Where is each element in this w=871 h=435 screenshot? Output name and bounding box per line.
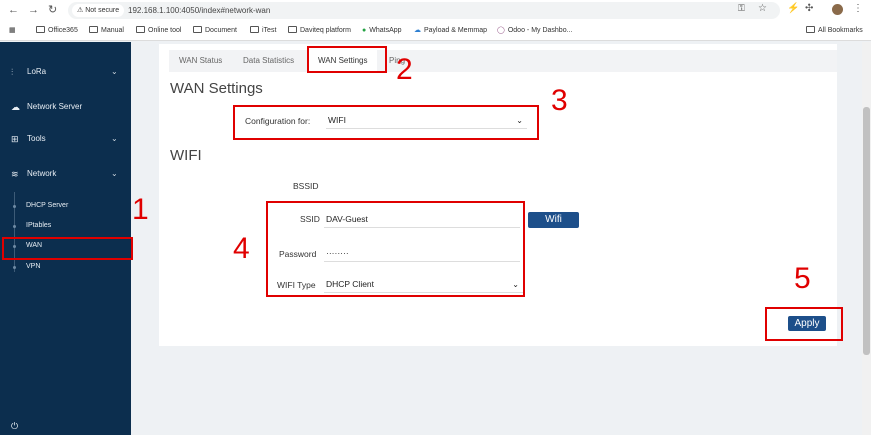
- all-bookmarks[interactable]: All Bookmarks: [806, 26, 863, 36]
- annotation-number-4: 4: [233, 232, 250, 265]
- chevron-down-icon: ⌄: [111, 67, 118, 76]
- power-icon[interactable]: ⏻: [11, 421, 18, 432]
- not-secure-badge[interactable]: ⚠ Not secure: [72, 4, 125, 17]
- sidebar-item-tools[interactable]: ⊞ Tools ⌄: [0, 129, 131, 149]
- sidebar-item-network-server[interactable]: ☁ Network Server: [0, 97, 131, 117]
- sidebar-item-label: LoRa: [27, 67, 47, 76]
- key-icon[interactable]: ⚿: [738, 3, 745, 14]
- chevron-down-icon: ⌄: [111, 134, 118, 143]
- bookmark-label: iTest: [262, 27, 277, 34]
- browser-toolbar: ← → ↻ ⚠ Not secure 192.168.1.100:4050/in…: [0, 0, 871, 21]
- bullet-icon: [13, 205, 16, 208]
- forward-icon[interactable]: →: [28, 4, 39, 16]
- sidebar-item-network[interactable]: ≋ Network ⌄: [0, 164, 131, 184]
- tab-wan-status[interactable]: WAN Status: [179, 50, 222, 72]
- folder-icon: [89, 26, 98, 33]
- folder-icon: [288, 26, 297, 33]
- wifi-icon: ≋: [11, 169, 19, 179]
- apps-grid-icon[interactable]: ▦: [9, 26, 16, 36]
- annotation-number-5: 5: [794, 262, 811, 295]
- bookmark-label: Daviteq platform: [300, 27, 351, 34]
- bookmark-whatsapp[interactable]: ● WhatsApp: [362, 26, 402, 36]
- annotation-box-4: [266, 201, 525, 297]
- wifi-heading: WIFI: [170, 147, 202, 164]
- bookmarks-bar: ▦ Office365 Manual Online tool Document …: [0, 21, 871, 41]
- tools-icon: ⊞: [11, 134, 19, 144]
- sidebar-subitem-iptables[interactable]: IPtables: [0, 218, 131, 234]
- lora-icon: ⫶: [11, 67, 14, 77]
- address-bar[interactable]: ⚠ Not secure 192.168.1.100:4050/index#ne…: [68, 2, 780, 19]
- back-icon[interactable]: ←: [8, 4, 19, 16]
- sidebar-subitem-vpn[interactable]: VPN: [0, 259, 131, 275]
- extension-icon[interactable]: ⚡: [787, 3, 799, 14]
- annotation-box-3: [233, 105, 539, 140]
- folder-icon: [136, 26, 145, 33]
- bookmark-document[interactable]: Document: [193, 26, 237, 36]
- bookmark-label: Document: [205, 27, 237, 34]
- bssid-label: BSSID: [293, 181, 319, 191]
- bookmark-label: Online tool: [148, 27, 182, 34]
- annotation-box-5: [765, 307, 843, 341]
- annotation-number-2: 2: [396, 53, 413, 86]
- bookmark-payload[interactable]: ☁ Payload & Memmap: [414, 26, 487, 36]
- profile-avatar[interactable]: [832, 4, 843, 15]
- sidebar-item-lora[interactable]: ⫶ LoRa ⌄: [0, 62, 131, 82]
- bookmark-office365[interactable]: Office365: [36, 26, 78, 36]
- not-secure-label: Not secure: [85, 7, 120, 14]
- folder-icon: [806, 26, 815, 33]
- menu-icon[interactable]: ⋮: [853, 3, 863, 14]
- annotation-box-1: [2, 237, 133, 260]
- bookmark-odoo[interactable]: ◯ Odoo - My Dashbo...: [497, 26, 572, 36]
- folder-icon: [250, 26, 259, 33]
- puzzle-icon[interactable]: ✣: [805, 3, 813, 14]
- sidebar-item-label: Network: [27, 169, 57, 178]
- bookmark-label: Manual: [101, 27, 124, 34]
- star-icon[interactable]: ☆: [758, 3, 767, 14]
- sidebar-item-label: Network Server: [27, 102, 83, 111]
- chevron-down-icon: ⌄: [111, 169, 118, 178]
- all-bookmarks-label: All Bookmarks: [818, 27, 863, 34]
- cloud-icon: ☁: [414, 27, 421, 34]
- folder-icon: [36, 26, 45, 33]
- bookmark-daviteq[interactable]: Daviteq platform: [288, 26, 351, 36]
- sidebar-subitem-label: VPN: [26, 263, 41, 270]
- bookmark-label: Office365: [48, 27, 78, 34]
- bookmark-online-tool[interactable]: Online tool: [136, 26, 181, 36]
- tab-data-statistics[interactable]: Data Statistics: [243, 50, 294, 72]
- sidebar-subitem-label: IPtables: [26, 222, 52, 229]
- sidebar-item-label: Tools: [27, 134, 46, 143]
- cloud-icon: ☁: [11, 102, 20, 112]
- bullet-icon: [13, 266, 16, 269]
- sidebar-subitem-dhcp-server[interactable]: DHCP Server: [0, 198, 131, 214]
- bookmark-label: Odoo - My Dashbo...: [507, 27, 573, 34]
- url-text[interactable]: 192.168.1.100:4050/index#network-wan: [128, 2, 270, 19]
- annotation-number-1: 1: [132, 193, 149, 226]
- scrollbar[interactable]: [862, 42, 871, 435]
- bookmark-label: Payload & Memmap: [424, 27, 488, 34]
- bullet-icon: [13, 225, 16, 228]
- odoo-icon: ◯: [497, 27, 505, 34]
- annotation-number-3: 3: [551, 84, 568, 117]
- scrollbar-thumb[interactable]: [863, 107, 870, 355]
- bookmark-manual[interactable]: Manual: [89, 26, 124, 36]
- annotation-box-2: [307, 46, 387, 73]
- whatsapp-icon: ●: [362, 27, 367, 34]
- reload-icon[interactable]: ↻: [48, 4, 57, 16]
- folder-icon: [193, 26, 202, 33]
- wifi-scan-button[interactable]: Wifi: [528, 212, 579, 228]
- bookmark-itest[interactable]: iTest: [250, 26, 276, 36]
- wan-settings-heading: WAN Settings: [170, 80, 263, 97]
- bookmark-label: WhatsApp: [369, 27, 402, 34]
- sidebar-subitem-label: DHCP Server: [26, 202, 69, 209]
